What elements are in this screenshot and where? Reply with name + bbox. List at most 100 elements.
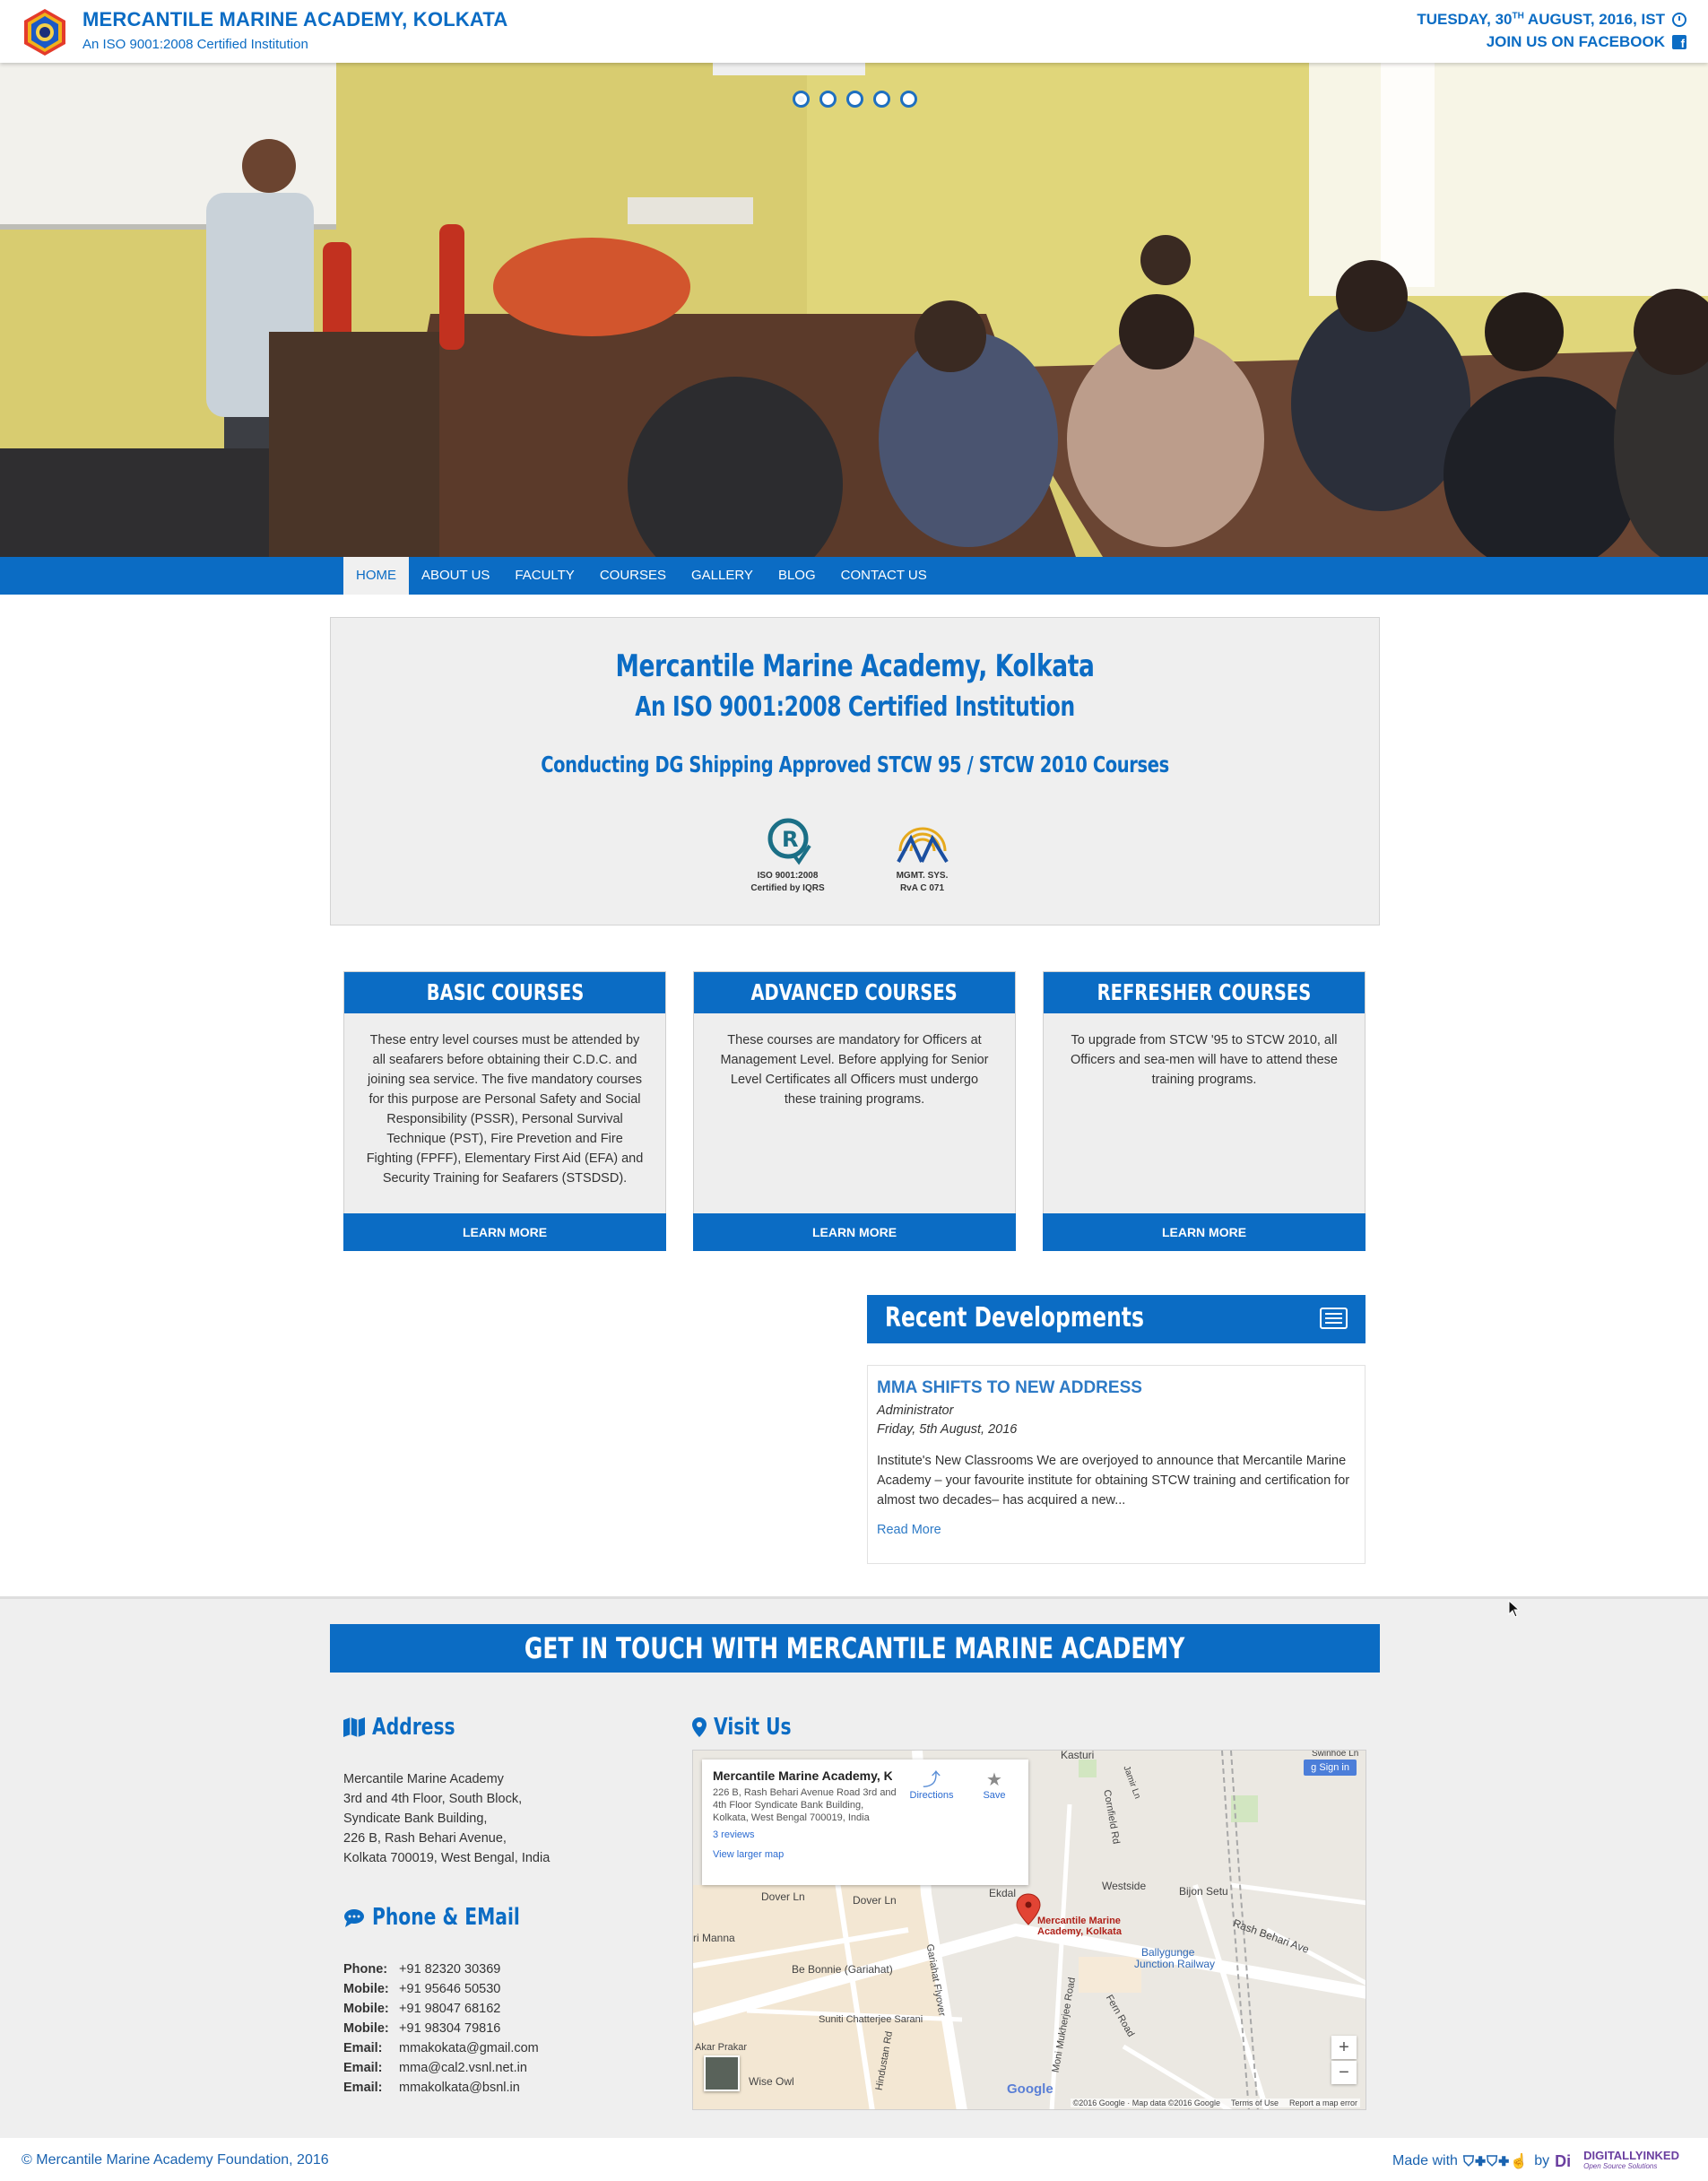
map-sign-in-button[interactable]: g Sign in bbox=[1304, 1760, 1357, 1776]
course-card-title: REFRESHER COURSES bbox=[1044, 972, 1365, 1013]
classroom-photo bbox=[0, 63, 1708, 557]
date-suffix: TH bbox=[1512, 11, 1524, 22]
save-button[interactable]: ★ Save bbox=[967, 1770, 1021, 1801]
map-marker-icon bbox=[692, 1717, 707, 1737]
learn-more-button[interactable]: LEARN MORE bbox=[1043, 1213, 1366, 1251]
nav-item-courses[interactable]: COURSES bbox=[587, 557, 679, 595]
brand-name: DIGITALLYINKED bbox=[1583, 2149, 1679, 2162]
address-line: Mercantile Marine Academy bbox=[343, 1772, 504, 1786]
contact-banner-text: GET IN TOUCH WITH MERCANTILE MARINE ACAD… bbox=[525, 1631, 1185, 1665]
email-value[interactable]: mma@cal2.vsnl.net.in bbox=[399, 2061, 527, 2075]
slider-dot[interactable] bbox=[846, 91, 863, 108]
contact-label: Email: bbox=[343, 2041, 383, 2055]
read-more-link[interactable]: Read More bbox=[877, 1523, 1356, 1537]
map-label: Bijon Setu bbox=[1179, 1885, 1228, 1898]
main-nav: HOME ABOUT US FACULTY COURSES GALLERY BL… bbox=[0, 557, 1708, 595]
learn-more-button[interactable]: LEARN MORE bbox=[343, 1213, 666, 1251]
course-card-title: BASIC COURSES bbox=[344, 972, 665, 1013]
iqrs-logo-icon: R bbox=[767, 818, 811, 865]
nav-item-contact-us[interactable]: CONTACT US bbox=[828, 557, 940, 595]
contact-label: Mobile: bbox=[343, 2021, 389, 2036]
google-map[interactable]: Kasturi Westside Bijon Setu Rash Behari … bbox=[692, 1750, 1366, 2110]
phone-value[interactable]: +91 82320 30369 bbox=[399, 1962, 500, 1977]
contact-row: Email: mmakokata@gmail.com bbox=[343, 2038, 539, 2058]
nav-item-faculty[interactable]: FACULTY bbox=[502, 557, 586, 595]
nav-item-gallery[interactable]: GALLERY bbox=[679, 557, 766, 595]
intro-heading: Mercantile Marine Academy, Kolkata bbox=[615, 648, 1095, 684]
course-card-body: These entry level courses must be attend… bbox=[366, 1033, 644, 1186]
course-card-body: These courses are mandatory for Officers… bbox=[720, 1033, 989, 1107]
slider-dot[interactable] bbox=[900, 91, 917, 108]
email-value[interactable]: mmakolkata@bsnl.in bbox=[399, 2081, 520, 2095]
phone-heading-text: Phone & EMail bbox=[372, 1904, 520, 1931]
mobile-value[interactable]: +91 95646 50530 bbox=[399, 1982, 500, 1996]
digitallyinked-brand[interactable]: DIGITALLYINKED Open Source Solutions bbox=[1583, 2149, 1679, 2172]
map-label: Dover Ln bbox=[761, 1890, 805, 1903]
brand-tagline: Open Source Solutions bbox=[1583, 2162, 1658, 2170]
facebook-label[interactable]: JOIN US ON FACEBOOK bbox=[1487, 33, 1665, 51]
clock-icon bbox=[1672, 13, 1686, 27]
learn-more-button[interactable]: LEARN MORE bbox=[693, 1213, 1016, 1251]
map-label: Dover Ln bbox=[853, 1894, 897, 1907]
slider-dots bbox=[793, 91, 917, 108]
slider-dot[interactable] bbox=[819, 91, 837, 108]
contact-row: Mobile: +91 98304 79816 bbox=[343, 2019, 539, 2038]
terms-link[interactable]: Terms of Use bbox=[1231, 2098, 1279, 2107]
map-label: Akar Prakar bbox=[695, 2042, 748, 2053]
address-line: 3rd and 4th Floor, South Block, bbox=[343, 1792, 523, 1806]
contact-row: Mobile: +91 98047 68162 bbox=[343, 1999, 539, 2019]
intro-box: Mercantile Marine Academy, Kolkata An IS… bbox=[330, 617, 1380, 925]
address-line: 226 B, Rash Behari Avenue, bbox=[343, 1831, 507, 1846]
report-error-link[interactable]: Report a map error bbox=[1289, 2098, 1357, 2107]
iso-cert-badge: R ISO 9001:2008 Certified by IQRS bbox=[745, 815, 830, 895]
recent-developments-title: Recent Developments bbox=[885, 1302, 1144, 1334]
digitallyinked-logo[interactable]: Di bbox=[1555, 2151, 1578, 2171]
made-with-label: Made with bbox=[1392, 2153, 1458, 2168]
recent-post: MMA SHIFTS TO NEW ADDRESS Administrator … bbox=[867, 1365, 1366, 1564]
post-excerpt: Institute's New Classrooms We are overjo… bbox=[877, 1454, 1350, 1508]
directions-button[interactable]: ⤴ Directions bbox=[905, 1770, 958, 1801]
academy-logo[interactable] bbox=[20, 7, 70, 57]
star-icon: ★ bbox=[986, 1770, 1002, 1790]
map-label: Westside bbox=[1102, 1880, 1147, 1892]
reviews-link[interactable]: 3 reviews bbox=[713, 1829, 1018, 1840]
contact-section: GET IN TOUCH WITH MERCANTILE MARINE ACAD… bbox=[0, 1596, 1708, 2138]
date-main: TUESDAY, 30 bbox=[1417, 11, 1513, 28]
map-label: Suniti Chatterjee Sarani bbox=[819, 2014, 923, 2025]
address-block: Mercantile Marine Academy 3rd and 4th Fl… bbox=[343, 1769, 550, 1868]
course-card-title-text: REFRESHER COURSES bbox=[1097, 979, 1312, 1005]
copyright: © Mercantile Marine Academy Foundation, … bbox=[22, 2152, 329, 2168]
satellite-toggle[interactable] bbox=[704, 2055, 740, 2091]
slider-dot[interactable] bbox=[793, 91, 810, 108]
newspaper-icon bbox=[1320, 1308, 1348, 1329]
email-value[interactable]: mmakokata@gmail.com bbox=[399, 2041, 539, 2055]
visit-heading-text: Visit Us bbox=[714, 1714, 792, 1741]
nav-item-about-us[interactable]: ABOUT US bbox=[409, 557, 502, 595]
facebook-icon[interactable]: f bbox=[1672, 35, 1686, 49]
place-address: 226 B, Rash Behari Avenue Road 3rd and 4… bbox=[713, 1787, 897, 1823]
directions-icon: ⤴ bbox=[923, 1770, 941, 1790]
by-label: by bbox=[1534, 2153, 1550, 2168]
contact-row: Mobile: +91 95646 50530 bbox=[343, 1979, 539, 1999]
map-attribution: ©2016 Google · Map data ©2016 Google Ter… bbox=[1070, 2098, 1360, 2107]
site-title[interactable]: MERCANTILE MARINE ACADEMY, KOLKATA bbox=[82, 8, 507, 31]
nav-item-home[interactable]: HOME bbox=[343, 557, 409, 595]
zoom-in-button[interactable]: + bbox=[1331, 2036, 1357, 2059]
zoom-out-button[interactable]: − bbox=[1331, 2061, 1357, 2084]
mobile-value[interactable]: +91 98047 68162 bbox=[399, 2002, 500, 2016]
contact-label: Mobile: bbox=[343, 1982, 389, 1996]
phone-email-list: Phone: +91 82320 30369 Mobile: +91 95646… bbox=[343, 1959, 539, 2098]
view-larger-map-link[interactable]: View larger map bbox=[713, 1849, 1018, 1860]
mobile-value[interactable]: +91 98304 79816 bbox=[399, 2021, 500, 2036]
intro-subheading: An ISO 9001:2008 Certified Institution bbox=[635, 691, 1075, 723]
visit-heading: Visit Us bbox=[692, 1714, 813, 1741]
facebook-link[interactable]: JOIN US ON FACEBOOK f bbox=[1487, 33, 1686, 51]
nav-item-blog[interactable]: BLOG bbox=[766, 557, 828, 595]
slider-dot[interactable] bbox=[873, 91, 890, 108]
contact-label: Email: bbox=[343, 2061, 383, 2075]
date-rest: AUGUST, 2016, IST bbox=[1523, 11, 1665, 28]
contact-label: Email: bbox=[343, 2081, 383, 2095]
map-label: Kasturi bbox=[1061, 1750, 1095, 1761]
post-title[interactable]: MMA SHIFTS TO NEW ADDRESS bbox=[877, 1378, 1356, 1398]
course-card-advanced: ADVANCED COURSES These courses are manda… bbox=[693, 971, 1016, 1251]
